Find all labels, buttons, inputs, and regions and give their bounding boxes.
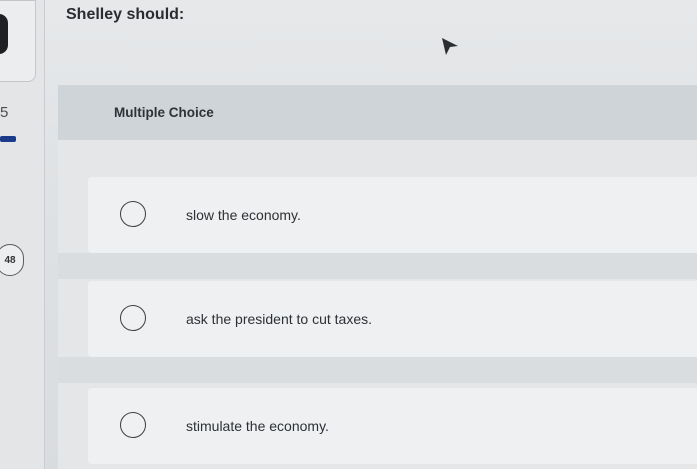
option-divider (58, 253, 697, 279)
question-number[interactable]: 5 (0, 104, 8, 121)
answer-option-label[interactable]: ask the president to cut taxes. (186, 311, 372, 327)
radio-button-icon[interactable] (120, 201, 146, 227)
answer-option-label[interactable]: stimulate the economy. (186, 418, 329, 434)
status-dot (0, 14, 8, 54)
radio-button-icon[interactable] (120, 305, 146, 331)
answer-option-label[interactable]: slow the economy. (186, 207, 301, 223)
current-question-indicator (0, 136, 16, 142)
answer-option-1[interactable]: slow the economy. (88, 177, 697, 253)
multiple-choice-label: Multiple Choice (114, 105, 214, 120)
multiple-choice-header: Multiple Choice (58, 85, 697, 140)
mouse-cursor-icon (442, 38, 458, 55)
quiz-screen: 5 48 Shelley should: Multiple Choice slo… (0, 0, 697, 469)
multiple-choice-panel: Multiple Choice slow the economy. ask th… (58, 85, 697, 469)
answer-option-3[interactable]: stimulate the economy. (88, 388, 697, 464)
question-prompt: Shelley should: (66, 6, 185, 23)
question-count-badge[interactable]: 48 (0, 244, 24, 276)
answer-option-2[interactable]: ask the president to cut taxes. (88, 281, 697, 357)
question-navigation-rail: 5 48 (0, 0, 45, 469)
radio-button-icon[interactable] (120, 412, 146, 438)
option-divider (58, 357, 697, 383)
